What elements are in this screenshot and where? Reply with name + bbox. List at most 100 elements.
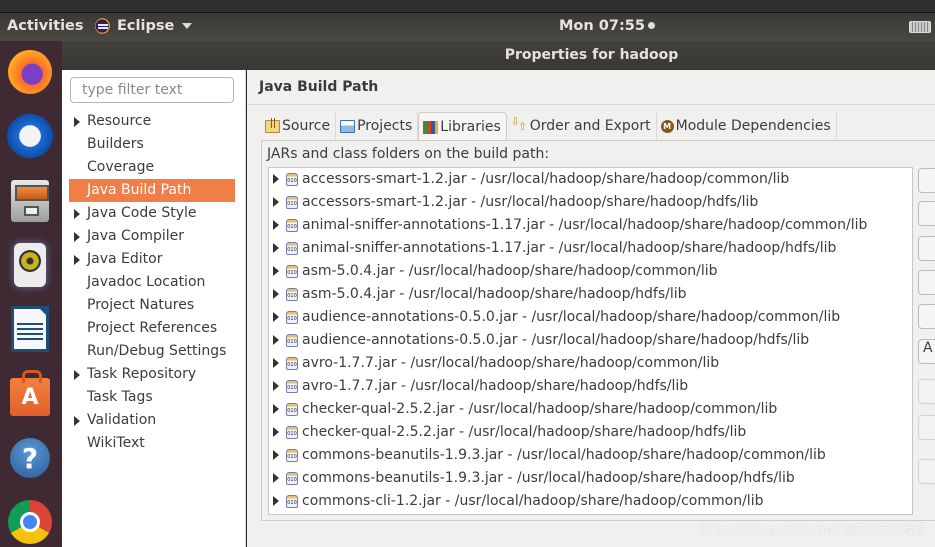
expand-triangle-icon[interactable] — [273, 496, 279, 506]
expand-triangle-icon[interactable] — [273, 174, 279, 184]
expand-triangle-icon[interactable] — [74, 370, 80, 380]
nav-item-project-references[interactable]: Project References — [69, 317, 235, 340]
side-action-button[interactable] — [918, 236, 935, 261]
nav-item-label: Java Compiler — [87, 228, 185, 244]
side-action-button[interactable] — [918, 304, 935, 329]
nav-item-run-debug-settings[interactable]: Run/Debug Settings — [69, 340, 235, 363]
libreoffice-writer-icon — [11, 306, 49, 352]
jar-list-item[interactable]: 010 avro-1.7.7.jar - /usr/local/hadoop/sh… — [269, 352, 912, 375]
expand-triangle-icon[interactable] — [273, 197, 279, 207]
expand-triangle-icon[interactable] — [74, 232, 80, 242]
jars-list[interactable]: 010 accessors-smart-1.2.jar - /usr/local/… — [268, 167, 913, 515]
help-icon: ? — [10, 438, 50, 478]
expand-triangle-icon[interactable] — [273, 335, 279, 345]
dock-rhythmbox[interactable] — [7, 242, 53, 288]
nav-item-label: Project References — [87, 320, 218, 336]
side-action-button[interactable] — [918, 270, 935, 295]
app-menu-button[interactable]: Eclipse — [95, 18, 193, 34]
nav-item-project-natures[interactable]: Project Natures — [69, 294, 235, 317]
jar-file-icon: 010 — [286, 334, 298, 347]
java-build-path-page: Java Build Path Source Projects Libraries O… — [247, 70, 935, 547]
keyboard-icon[interactable] — [909, 21, 931, 33]
expand-triangle-icon[interactable] — [273, 220, 279, 230]
expand-triangle-icon[interactable] — [273, 381, 279, 391]
dock-thunderbird[interactable] — [7, 113, 53, 159]
side-action-button[interactable] — [918, 459, 935, 484]
tab-module-dependencies[interactable]: M Module Dependencies — [657, 112, 837, 140]
jar-list-item[interactable]: 010 avro-1.7.7.jar - /usr/local/hadoop/sh… — [269, 375, 912, 398]
jar-list-item[interactable]: 010 audience-annotations-0.5.0.jar - /usr… — [269, 306, 912, 329]
jar-list-item[interactable]: 010 commons-cli-1.2.jar - /usr/local/hado… — [269, 490, 912, 513]
side-action-button[interactable] — [918, 415, 935, 440]
app-menu-label: Eclipse — [117, 18, 175, 34]
build-path-tabs: Source Projects Libraries Order and Export M… — [261, 112, 837, 141]
expand-triangle-icon[interactable] — [273, 358, 279, 368]
jar-list-item[interactable]: 010 commons-beanutils-1.9.3.jar - /usr/lo… — [269, 444, 912, 467]
jar-list-item[interactable]: 010 checker-qual-2.5.2.jar - /usr/local/h… — [269, 421, 912, 444]
tab-label: Source — [282, 118, 331, 134]
jar-entry-label: audience-annotations-0.5.0.jar - /usr/lo… — [302, 332, 810, 348]
tab-label: Libraries — [440, 119, 501, 135]
expand-triangle-icon[interactable] — [74, 209, 80, 219]
expand-triangle-icon[interactable] — [273, 450, 279, 460]
tab-source[interactable]: Source — [261, 112, 337, 140]
nav-item-java-code-style[interactable]: Java Code Style — [69, 202, 235, 225]
expand-triangle-icon[interactable] — [74, 255, 80, 265]
jar-entry-label: audience-annotations-0.5.0.jar - /usr/lo… — [302, 309, 841, 325]
nav-item-builders[interactable]: Builders — [69, 133, 235, 156]
dock-help[interactable]: ? — [7, 435, 53, 481]
tab-projects[interactable]: Projects — [336, 112, 419, 140]
jar-file-icon: 010 — [286, 196, 298, 209]
dock-libreoffice-writer[interactable] — [7, 306, 53, 352]
side-action-button[interactable] — [918, 201, 935, 226]
projects-folder-icon — [340, 119, 356, 133]
nav-item-java-compiler[interactable]: Java Compiler — [69, 225, 235, 248]
tab-order-and-export[interactable]: Order and Export — [507, 112, 657, 140]
expand-triangle-icon[interactable] — [273, 404, 279, 414]
files-icon — [11, 180, 49, 222]
dock-ubuntu-software[interactable]: A — [7, 370, 53, 420]
jar-list-item[interactable]: 010 animal-sniffer-annotations-1.17.jar -… — [269, 214, 912, 237]
nav-item-java-editor[interactable]: Java Editor — [69, 248, 235, 271]
jar-list-item[interactable]: 010 animal-sniffer-annotations-1.17.jar -… — [269, 237, 912, 260]
activities-button[interactable]: Activities — [7, 18, 84, 34]
dock-files[interactable] — [7, 178, 53, 224]
dock-chrome[interactable] — [7, 499, 53, 545]
clock-button[interactable]: Mon 07:55 — [559, 18, 655, 34]
nav-item-wikitext[interactable]: WikiText — [69, 432, 235, 455]
expand-triangle-icon[interactable] — [273, 312, 279, 322]
side-action-button[interactable] — [918, 379, 935, 404]
tab-libraries[interactable]: Libraries — [418, 112, 507, 141]
jar-entry-label: accessors-smart-1.2.jar - /usr/local/had… — [302, 171, 790, 187]
jar-list-item[interactable]: 010 commons-beanutils-1.9.3.jar - /usr/lo… — [269, 467, 912, 490]
expand-triangle-icon[interactable] — [273, 243, 279, 253]
nav-item-task-tags[interactable]: Task Tags — [69, 386, 235, 409]
nav-item-coverage[interactable]: Coverage — [69, 156, 235, 179]
nav-item-task-repository[interactable]: Task Repository — [69, 363, 235, 386]
dock-firefox[interactable] — [7, 49, 53, 95]
expand-triangle-icon[interactable] — [273, 266, 279, 276]
jar-list-item[interactable]: 010 accessors-smart-1.2.jar - /usr/local/… — [269, 168, 912, 191]
jar-file-icon: 010 — [286, 495, 298, 508]
expand-triangle-icon[interactable] — [273, 427, 279, 437]
expand-triangle-icon[interactable] — [74, 117, 80, 127]
filter-input[interactable] — [70, 77, 234, 103]
expand-triangle-icon[interactable] — [273, 473, 279, 483]
jar-file-icon: 010 — [286, 426, 298, 439]
nav-item-label: Builders — [87, 136, 144, 152]
side-action-button[interactable]: A — [918, 339, 935, 364]
nav-item-validation[interactable]: Validation — [69, 409, 235, 432]
clock-label: Mon 07:55 — [559, 18, 645, 34]
jar-list-item[interactable]: 010 asm-5.0.4.jar - /usr/local/hadoop/sha… — [269, 283, 912, 306]
jar-list-item[interactable]: 010 audience-annotations-0.5.0.jar - /usr… — [269, 329, 912, 352]
jar-list-item[interactable]: 010 asm-5.0.4.jar - /usr/local/hadoop/sha… — [269, 260, 912, 283]
nav-item-resource[interactable]: Resource — [69, 110, 235, 133]
expand-triangle-icon[interactable] — [273, 289, 279, 299]
expand-triangle-icon[interactable] — [74, 416, 80, 426]
nav-item-javadoc-location[interactable]: Javadoc Location — [69, 271, 235, 294]
side-action-button[interactable] — [918, 168, 935, 193]
nav-item-java-build-path[interactable]: Java Build Path — [69, 179, 235, 202]
jar-list-item[interactable]: 010 checker-qual-2.5.2.jar - /usr/local/h… — [269, 398, 912, 421]
jar-list-item[interactable]: 010 accessors-smart-1.2.jar - /usr/local/… — [269, 191, 912, 214]
firefox-icon — [8, 50, 52, 94]
